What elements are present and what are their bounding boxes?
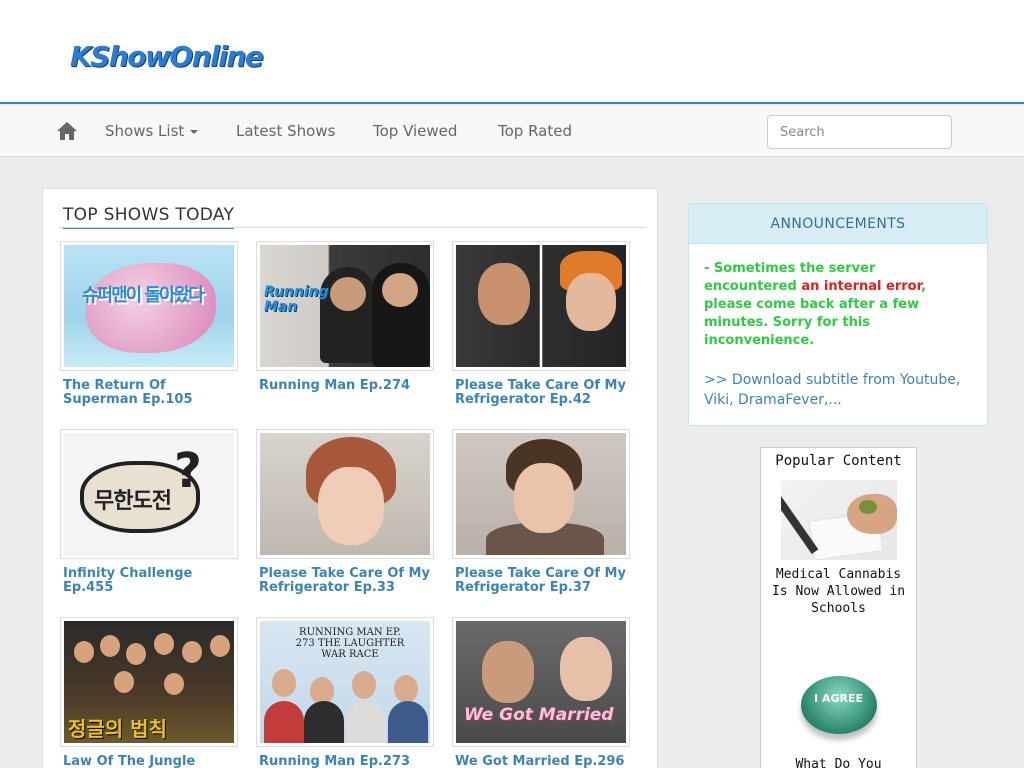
site-header: KShowOnline	[0, 0, 1024, 104]
thumb-text: Running Man	[264, 284, 329, 315]
show-title[interactable]: Please Take Care Of My Refrigerator Ep.4…	[452, 379, 630, 407]
show-thumbnail[interactable]	[452, 241, 630, 371]
download-subtitle-link[interactable]: >> Download subtitle from Youtube, Viki,…	[704, 370, 972, 410]
thumb-text: 정글의 법칙	[68, 717, 167, 741]
main-navbar: Shows List Latest Shows Top Viewed Top R…	[0, 106, 1024, 157]
home-icon[interactable]	[56, 120, 78, 142]
top-shows-panel: TOP SHOWS TODAY 슈퍼맨이 돌아왔다 The Return Of …	[42, 188, 658, 768]
show-card-infinity-challenge[interactable]: ? 무한도전 Infinity Challenge Ep.455	[60, 429, 238, 595]
thumb-text: We Got Married	[464, 705, 614, 725]
show-card-running-man-273[interactable]: RUNNING MAN EP. 273 THE LAUGHTER WAR RAC…	[256, 617, 434, 768]
popular-item-thumbnail[interactable]: I AGREE	[780, 670, 897, 750]
show-thumbnail[interactable]: 정글의 법칙	[60, 617, 238, 747]
popular-item-text[interactable]: What Do You	[761, 756, 916, 768]
nav-top-rated[interactable]: Top Rated	[498, 122, 572, 140]
thumb-text: 무한도전	[94, 489, 172, 514]
thumb-text: 슈퍼맨이 돌아왔다	[82, 285, 205, 306]
show-card-refrigerator-42[interactable]: Please Take Care Of My Refrigerator Ep.4…	[452, 241, 630, 407]
show-thumbnail[interactable]	[452, 429, 630, 559]
note-error-text: an internal error	[801, 279, 922, 294]
announcements-panel: ANNOUNCEMENTS - Sometimes the server enc…	[688, 203, 988, 426]
nav-shows-list-label: Shows List	[105, 122, 185, 140]
nav-top-viewed[interactable]: Top Viewed	[373, 122, 457, 140]
show-card-superman[interactable]: 슈퍼맨이 돌아왔다 The Return Of Superman Ep.105	[60, 241, 238, 407]
popular-content-title: Popular Content	[775, 453, 902, 469]
search-input[interactable]	[767, 115, 952, 149]
show-thumbnail[interactable]	[256, 429, 434, 559]
thumb-text: RUNNING MAN EP. 273 THE LAUGHTER WAR RAC…	[295, 627, 405, 660]
show-card-law-of-the-jungle[interactable]: 정글의 법칙 Law Of The Jungle	[60, 617, 238, 768]
site-logo[interactable]: KShowOnline	[70, 40, 264, 73]
nav-latest-shows[interactable]: Latest Shows	[236, 122, 335, 140]
agree-button-label: I AGREE	[814, 692, 863, 705]
show-title[interactable]: Infinity Challenge Ep.455	[60, 567, 238, 595]
popular-content-widget: Popular Content Medical Cannabis Is Now …	[760, 447, 917, 768]
show-card-running-man-274[interactable]: Running Man Running Man Ep.274	[256, 241, 434, 393]
nav-shows-list[interactable]: Shows List	[105, 122, 199, 140]
show-title[interactable]: Running Man Ep.274	[256, 379, 434, 393]
show-thumbnail[interactable]: RUNNING MAN EP. 273 THE LAUGHTER WAR RAC…	[256, 617, 434, 747]
show-card-refrigerator-33[interactable]: Please Take Care Of My Refrigerator Ep.3…	[256, 429, 434, 595]
show-title[interactable]: Please Take Care Of My Refrigerator Ep.3…	[256, 567, 434, 595]
popular-item-text[interactable]: Medical Cannabis Is Now Allowed in Schoo…	[761, 566, 916, 617]
show-card-we-got-married[interactable]: We Got Married We Got Married Ep.296	[452, 617, 630, 768]
show-thumbnail[interactable]: ? 무한도전	[60, 429, 238, 559]
show-title[interactable]: Law Of The Jungle	[60, 755, 238, 768]
show-title[interactable]: The Return Of Superman Ep.105	[60, 379, 238, 407]
popular-item-thumbnail[interactable]	[780, 480, 897, 560]
title-divider	[59, 227, 647, 228]
show-title[interactable]: Please Take Care Of My Refrigerator Ep.3…	[452, 567, 630, 595]
show-thumbnail[interactable]: Running Man	[256, 241, 434, 371]
show-title[interactable]: Running Man Ep.273	[256, 755, 434, 768]
show-title[interactable]: We Got Married Ep.296	[452, 755, 630, 768]
popular-item-cannabis[interactable]: Medical Cannabis Is Now Allowed in Schoo…	[761, 480, 916, 617]
show-card-refrigerator-37[interactable]: Please Take Care Of My Refrigerator Ep.3…	[452, 429, 630, 595]
caret-down-icon	[190, 129, 199, 134]
show-thumbnail[interactable]: 슈퍼맨이 돌아왔다	[60, 241, 238, 371]
section-title: TOP SHOWS TODAY	[63, 205, 235, 229]
popular-item-agree[interactable]: I AGREE What Do You	[761, 670, 916, 768]
server-error-note: - Sometimes the server encountered an in…	[704, 260, 972, 350]
announcements-title: ANNOUNCEMENTS	[689, 204, 987, 244]
show-thumbnail[interactable]: We Got Married	[452, 617, 630, 747]
